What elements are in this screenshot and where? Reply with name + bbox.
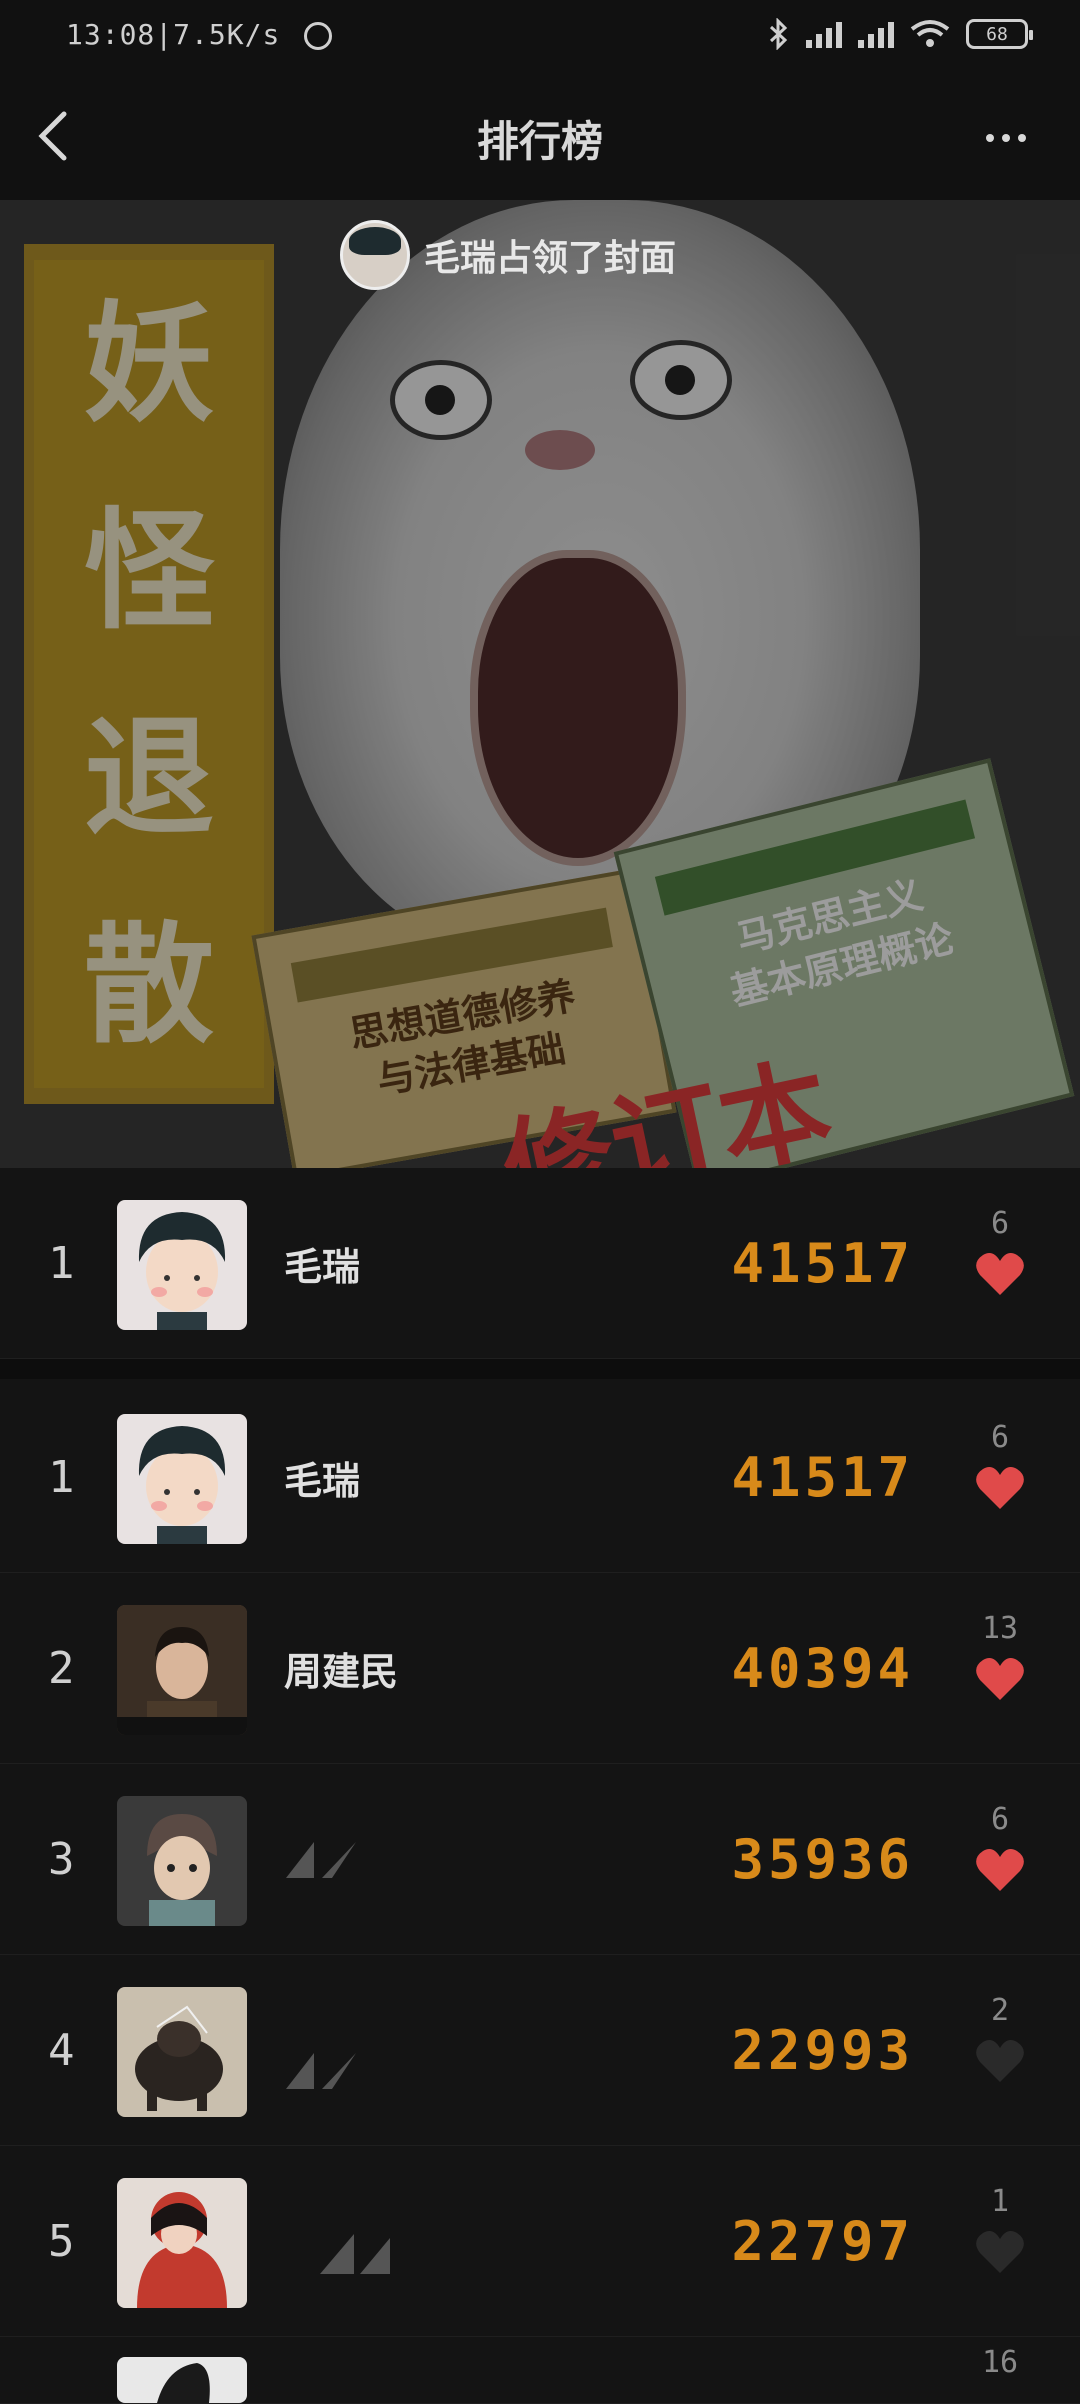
avatar[interactable] — [117, 1605, 247, 1735]
bluetooth-icon — [769, 18, 788, 50]
heart-icon[interactable] — [975, 1251, 1025, 1297]
rank-number: 1 — [48, 1451, 75, 1503]
like-count: 6 — [990, 1802, 1010, 1837]
name-placeholder-icon — [286, 2053, 356, 2089]
leaderboard-row[interactable]: 1 毛瑞 41517 6 — [0, 1382, 1080, 1573]
avatar[interactable] — [117, 1987, 247, 2117]
step-count: 41517 — [731, 1445, 914, 1509]
like-count: 6 — [990, 1206, 1010, 1241]
page-title: 排行榜 — [476, 117, 603, 166]
signal-icon-1 — [806, 20, 842, 48]
leaderboard-row[interactable]: 3 35936 6 — [0, 1764, 1080, 1955]
status-right: 68 — [768, 18, 1033, 50]
step-count: 22797 — [731, 2209, 914, 2273]
like-button[interactable]: 16 — [960, 2345, 1040, 2380]
user-name: 毛瑞 — [284, 1244, 361, 1289]
leaderboard-row[interactable]: 2 周建民 40394 13 — [0, 1573, 1080, 1764]
name-placeholder-icon — [320, 2198, 390, 2274]
leaderboard-list: 1 毛瑞 41517 6 2 周建民 40394 13 3 35936 6 4 … — [0, 1382, 1080, 2404]
cover-owner-avatar — [340, 220, 410, 290]
heart-icon[interactable] — [975, 2229, 1025, 2275]
heart-icon[interactable] — [975, 1656, 1025, 1702]
rank-number: 2 — [48, 1642, 75, 1694]
name-placeholder-icon — [286, 1842, 356, 1878]
wifi-icon — [910, 20, 950, 47]
cover-caption: 毛瑞占领了封面 — [424, 238, 677, 279]
like-button[interactable]: 1 — [960, 2184, 1040, 2279]
cover-image[interactable]: 妖 怪 退 散 思想道德修养 与法律基础 马克思主义 基本原理概论 修订本 毛瑞… — [0, 200, 1080, 1168]
rank-number: 3 — [48, 1833, 75, 1885]
status-bar: 13:08|7.5K/s 68 — [0, 0, 1080, 76]
step-count: 35936 — [731, 1827, 914, 1891]
network-speed: 7.5K/s — [173, 18, 281, 51]
section-divider — [0, 1359, 1080, 1379]
my-rank-section: 1 毛瑞 41517 6 — [0, 1168, 1080, 1379]
like-count: 6 — [990, 1420, 1010, 1455]
status-time: 13:08 — [66, 18, 156, 51]
rank-number: 5 — [48, 2215, 75, 2267]
heart-icon[interactable] — [975, 2038, 1025, 2084]
like-button[interactable]: 6 — [960, 1206, 1040, 1301]
rank-number: 1 — [48, 1237, 75, 1289]
alarm-icon — [304, 22, 333, 50]
like-count: 16 — [981, 2345, 1019, 2380]
my-rank-row[interactable]: 1 毛瑞 41517 6 — [0, 1168, 1080, 1359]
avatar[interactable] — [117, 1200, 247, 1330]
leaderboard-row[interactable]: 5 22797 1 — [0, 2146, 1080, 2337]
like-count: 2 — [990, 1993, 1010, 2028]
like-button[interactable]: 2 — [960, 1993, 1040, 2088]
like-count: 1 — [990, 2184, 1010, 2219]
battery-icon: 68 — [966, 19, 1033, 49]
heart-icon[interactable] — [975, 1847, 1025, 1893]
battery-level: 68 — [986, 23, 1008, 45]
avatar[interactable] — [117, 1414, 247, 1544]
title-bar: 排行榜 — [0, 76, 1080, 200]
cover-overlay — [0, 200, 1080, 1168]
like-button[interactable]: 6 — [960, 1420, 1040, 1515]
avatar[interactable] — [117, 2357, 247, 2403]
leaderboard-row[interactable]: 4 22993 2 — [0, 1955, 1080, 2146]
step-count: 40394 — [731, 1636, 914, 1700]
signal-icon-2 — [858, 20, 894, 48]
step-count: 22993 — [731, 2018, 914, 2082]
like-button[interactable]: 13 — [960, 1611, 1040, 1706]
leaderboard-row[interactable]: 16 — [0, 2337, 1080, 2404]
heart-icon[interactable] — [975, 1465, 1025, 1511]
step-count: 41517 — [731, 1231, 914, 1295]
user-name: 毛瑞 — [284, 1458, 361, 1503]
avatar[interactable] — [117, 2178, 247, 2308]
user-name: 周建民 — [284, 1649, 399, 1694]
status-left: 13:08|7.5K/s — [66, 18, 333, 51]
rank-number: 4 — [48, 2024, 75, 2076]
like-button[interactable]: 6 — [960, 1802, 1040, 1897]
like-count: 13 — [981, 1611, 1019, 1646]
cover-owner-badge: 毛瑞占领了封面 — [340, 220, 676, 290]
more-icon[interactable] — [986, 120, 1042, 156]
avatar[interactable] — [117, 1796, 247, 1926]
